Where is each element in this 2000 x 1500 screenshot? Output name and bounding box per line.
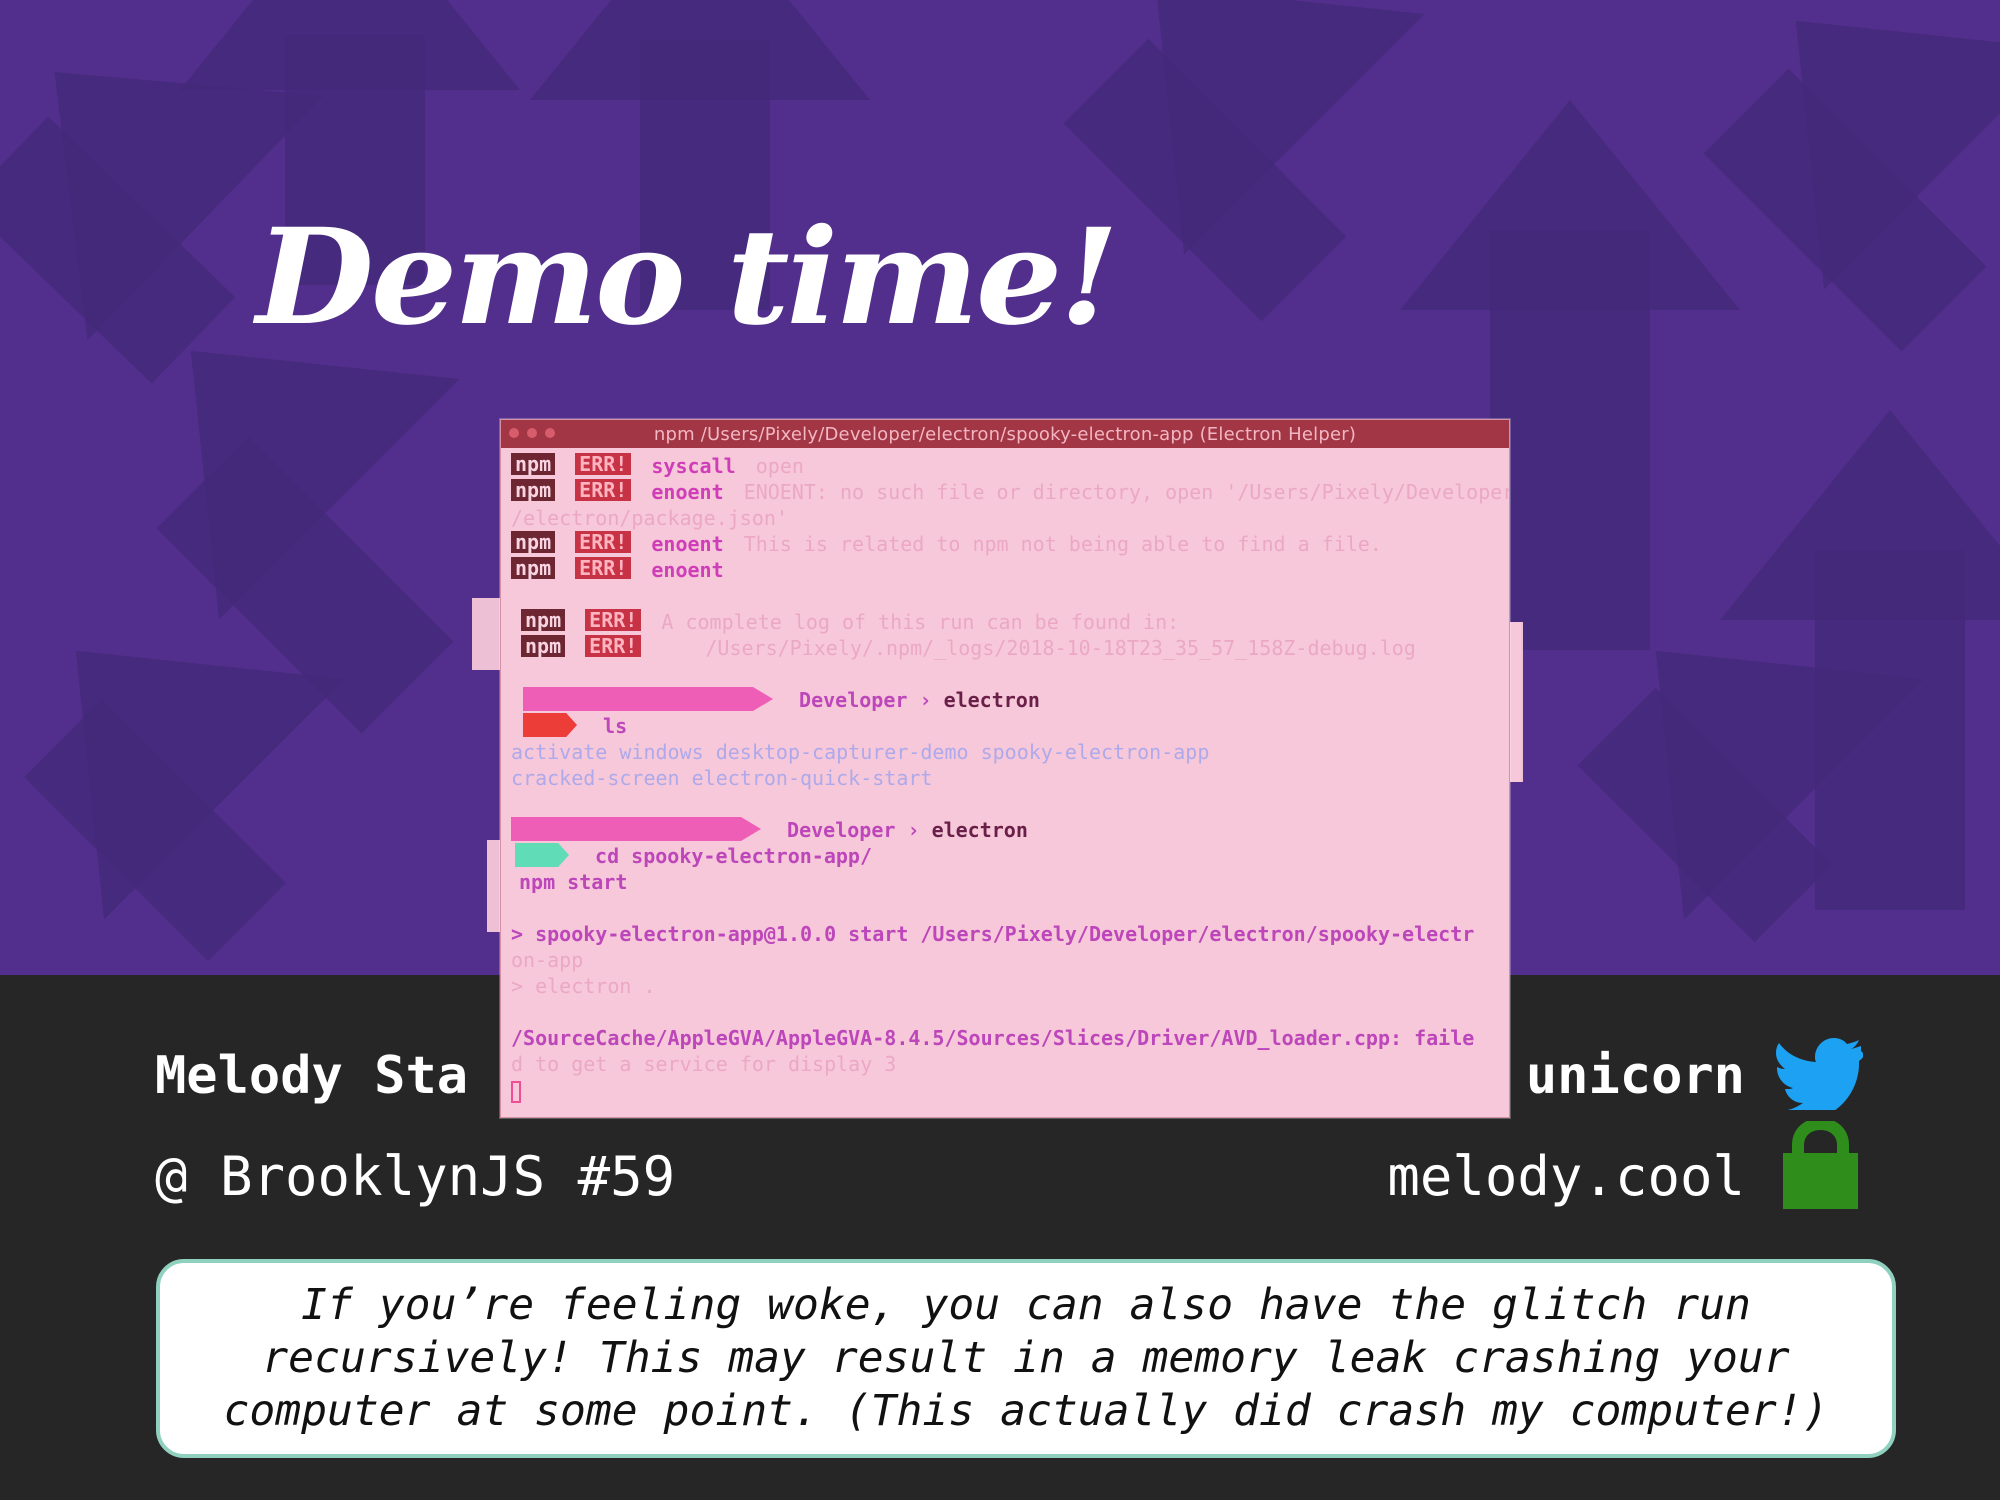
error-key: syscall	[651, 454, 736, 478]
path-electron: electron	[943, 688, 1040, 712]
wrapped-error-text: /electron/package.json'	[511, 506, 788, 530]
terminal-spacer	[511, 661, 1501, 687]
path-developer: Developer	[799, 688, 908, 712]
terminal-line: npm ERR! enoent ENOENT: no such file or …	[511, 479, 1509, 505]
listing-line: cracked-screen electron-quick-start	[511, 765, 1501, 791]
terminal-spacer	[511, 791, 1501, 817]
close-window-icon[interactable]	[509, 428, 519, 438]
terminal-spacer	[511, 583, 1501, 609]
command-text: npm start	[519, 870, 628, 894]
website-link[interactable]: melody.cool	[1387, 1150, 1745, 1204]
terminal-line: npm ERR! /Users/Pixely/.npm/_logs/2018-1…	[521, 635, 1501, 661]
path-separator-icon: ›	[907, 818, 932, 842]
background-arrow-head-4	[530, 0, 870, 100]
output-line: > electron .	[511, 973, 1501, 999]
error-label: ERR!	[575, 557, 632, 579]
terminal-line: npm ERR! enoent This is related to npm n…	[511, 531, 1501, 557]
command-text: cd spooky-electron-app/	[595, 844, 872, 868]
event-name: @ BrooklynJS #59	[155, 1145, 676, 1208]
window-controls	[509, 428, 555, 438]
log-text: A complete log of this run can be found …	[661, 610, 1180, 634]
terminal-line: /electron/package.json'	[511, 505, 1501, 531]
speaker-note-box: If you’re feeling woke, you can also hav…	[156, 1259, 1896, 1458]
output-text: > spooky-electron-app@1.0.0 start /Users…	[511, 922, 1475, 946]
error-key: enoent	[651, 558, 724, 582]
error-label: ERR!	[575, 479, 632, 501]
error-label: ERR!	[585, 635, 642, 657]
command-line: ls	[523, 713, 1501, 739]
cursor-line	[511, 1077, 1501, 1103]
output-text: on-app	[511, 948, 584, 972]
lock-icon[interactable]	[1783, 1121, 1858, 1209]
terminal-window: npm /Users/Pixely/Developer/electron/spo…	[500, 419, 1510, 1118]
error-key: enoent	[651, 532, 724, 556]
path-electron: electron	[931, 818, 1028, 842]
command-text: ls	[603, 714, 628, 738]
speaker-name: Melody Sta	[155, 1046, 469, 1106]
command-prompt-icon	[523, 713, 577, 737]
output-text: d to get a service for display 3	[511, 1052, 897, 1076]
output-line: /SourceCache/AppleGVA/AppleGVA-8.4.5/Sou…	[511, 1025, 1501, 1051]
path-separator-icon: ›	[919, 688, 944, 712]
slide-title: Demo time!	[256, 200, 1119, 355]
terminal-output: npm ERR! syscall open npm ERR! enoent EN…	[511, 453, 1509, 1108]
error-key: enoent	[651, 480, 724, 504]
twitter-handle[interactable]: unicorn	[1526, 1050, 1745, 1102]
terminal-spacer	[511, 895, 1501, 921]
log-path: /Users/Pixely/.npm/_logs/2018-10-18T23_3…	[705, 636, 1416, 660]
output-line: > spooky-electron-app@1.0.0 start /Users…	[511, 921, 1501, 947]
output-line: on-app	[511, 947, 1501, 973]
command-prompt-icon	[515, 843, 569, 867]
error-text: open	[755, 454, 804, 478]
zoom-window-icon[interactable]	[545, 428, 555, 438]
twitter-icon[interactable]	[1773, 1038, 1863, 1110]
minimize-window-icon[interactable]	[527, 428, 537, 438]
error-text: This is related to npm not being able to…	[743, 532, 1382, 556]
terminal-line: npm ERR! syscall open	[511, 453, 1501, 479]
terminal-line: npm ERR! enoent	[511, 557, 1501, 583]
prompt-line: Developer › electron	[511, 817, 1501, 843]
npm-label: npm	[511, 453, 556, 475]
command-line: npm start	[519, 869, 1501, 895]
listing-text: cracked-screen electron-quick-start	[511, 766, 933, 790]
error-text: ENOENT: no such file or directory, open …	[743, 480, 1510, 504]
prompt-segment	[511, 817, 761, 841]
output-text: /SourceCache/AppleGVA/AppleGVA-8.4.5/Sou…	[511, 1026, 1475, 1050]
terminal-cursor-icon	[511, 1080, 521, 1103]
slide: Demo time! npm /Users/Pixely/Developer/e…	[0, 0, 2000, 1500]
output-line: d to get a service for display 3	[511, 1051, 1501, 1077]
npm-label: npm	[521, 609, 566, 631]
error-label: ERR!	[575, 453, 632, 475]
output-text: > electron .	[511, 974, 656, 998]
terminal-titlebar: npm /Users/Pixely/Developer/electron/spo…	[501, 420, 1509, 448]
npm-label: npm	[511, 479, 556, 501]
terminal-spacer	[511, 999, 1501, 1025]
listing-text: activate windows desktop-capturer-demo s…	[511, 740, 1210, 764]
npm-label: npm	[511, 557, 556, 579]
npm-label: npm	[521, 635, 566, 657]
prompt-line: Developer › electron	[523, 687, 1501, 713]
listing-line: activate windows desktop-capturer-demo s…	[511, 739, 1501, 765]
error-label: ERR!	[575, 531, 632, 553]
npm-label: npm	[511, 531, 556, 553]
speaker-note: If you’re feeling woke, you can also hav…	[223, 1280, 1829, 1436]
background-arrow-head-2	[180, 0, 520, 90]
command-line: cd spooky-electron-app/	[515, 843, 1501, 869]
error-label: ERR!	[585, 609, 642, 631]
prompt-segment	[523, 687, 773, 711]
path-developer: Developer	[787, 818, 896, 842]
terminal-line: npm ERR! A complete log of this run can …	[521, 609, 1501, 635]
terminal-title: npm /Users/Pixely/Developer/electron/spo…	[653, 423, 1357, 445]
